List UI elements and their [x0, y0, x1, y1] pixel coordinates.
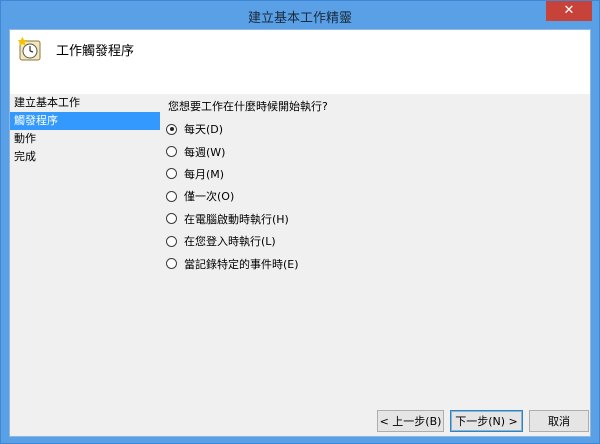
option-at-startup[interactable]: 在電腦啟動時執行(H) [166, 208, 299, 230]
radio-weekly[interactable] [166, 146, 177, 158]
option-label: 在電腦啟動時執行(H) [184, 212, 289, 226]
option-label: 每週(W) [184, 145, 226, 159]
option-label: 在您登入時執行(L) [184, 235, 276, 249]
trigger-question: 您想要工作在什麼時候開始執行? [168, 100, 328, 113]
cancel-button[interactable]: 取消 [529, 410, 589, 432]
sidebar-item-create-basic-task[interactable]: 建立基本工作 [10, 94, 160, 112]
sidebar-item-action[interactable]: 動作 [10, 130, 160, 148]
close-button[interactable]: ✕ [546, 1, 592, 21]
sidebar-item-finish[interactable]: 完成 [10, 148, 160, 166]
page-title: 工作觸發程序 [56, 44, 135, 59]
trigger-panel: 您想要工作在什麼時候開始執行? 每天(D) 每週(W) 每月(M) 僅一次(O) [160, 94, 590, 434]
option-on-event[interactable]: 當記錄特定的事件時(E) [166, 252, 299, 274]
wizard-client-area: 工作觸發程序 建立基本工作 觸發程序 動作 完成 您想要工作在什麼時候開始執行?… [9, 29, 591, 437]
option-label: 每月(M) [184, 167, 225, 181]
clock-icon [17, 36, 41, 61]
next-button[interactable]: 下一步(N) > [450, 410, 523, 432]
sidebar-item-trigger[interactable]: 觸發程序 [10, 112, 160, 130]
option-label: 每天(D) [184, 123, 224, 137]
back-button[interactable]: < 上一步(B) [377, 410, 444, 432]
option-weekly[interactable]: 每週(W) [166, 140, 299, 162]
wizard-steps-sidebar: 建立基本工作 觸發程序 動作 完成 [10, 94, 160, 434]
wizard-header: 工作觸發程序 [10, 30, 590, 94]
title-bar[interactable]: 建立基本工作精靈 ✕ [1, 1, 599, 29]
radio-monthly[interactable] [166, 168, 177, 180]
option-monthly[interactable]: 每月(M) [166, 163, 299, 185]
option-one-time[interactable]: 僅一次(O) [166, 185, 299, 207]
window-title: 建立基本工作精靈 [247, 11, 352, 26]
radio-on-event[interactable] [166, 258, 177, 270]
wizard-window: 建立基本工作精靈 ✕ 工作觸發程序 建立基本工作 觸發程序 動作 完成 您想要工… [0, 0, 600, 444]
option-at-logon[interactable]: 在您登入時執行(L) [166, 230, 299, 252]
option-daily[interactable]: 每天(D) [166, 118, 299, 140]
trigger-options: 每天(D) 每週(W) 每月(M) 僅一次(O) 在電腦啟動時執行(H) 在您登… [166, 118, 299, 275]
radio-one-time[interactable] [166, 190, 177, 202]
radio-at-logon[interactable] [166, 235, 177, 247]
option-label: 僅一次(O) [184, 190, 235, 204]
radio-at-startup[interactable] [166, 213, 177, 225]
radio-daily[interactable] [166, 123, 177, 135]
option-label: 當記錄特定的事件時(E) [184, 257, 299, 271]
